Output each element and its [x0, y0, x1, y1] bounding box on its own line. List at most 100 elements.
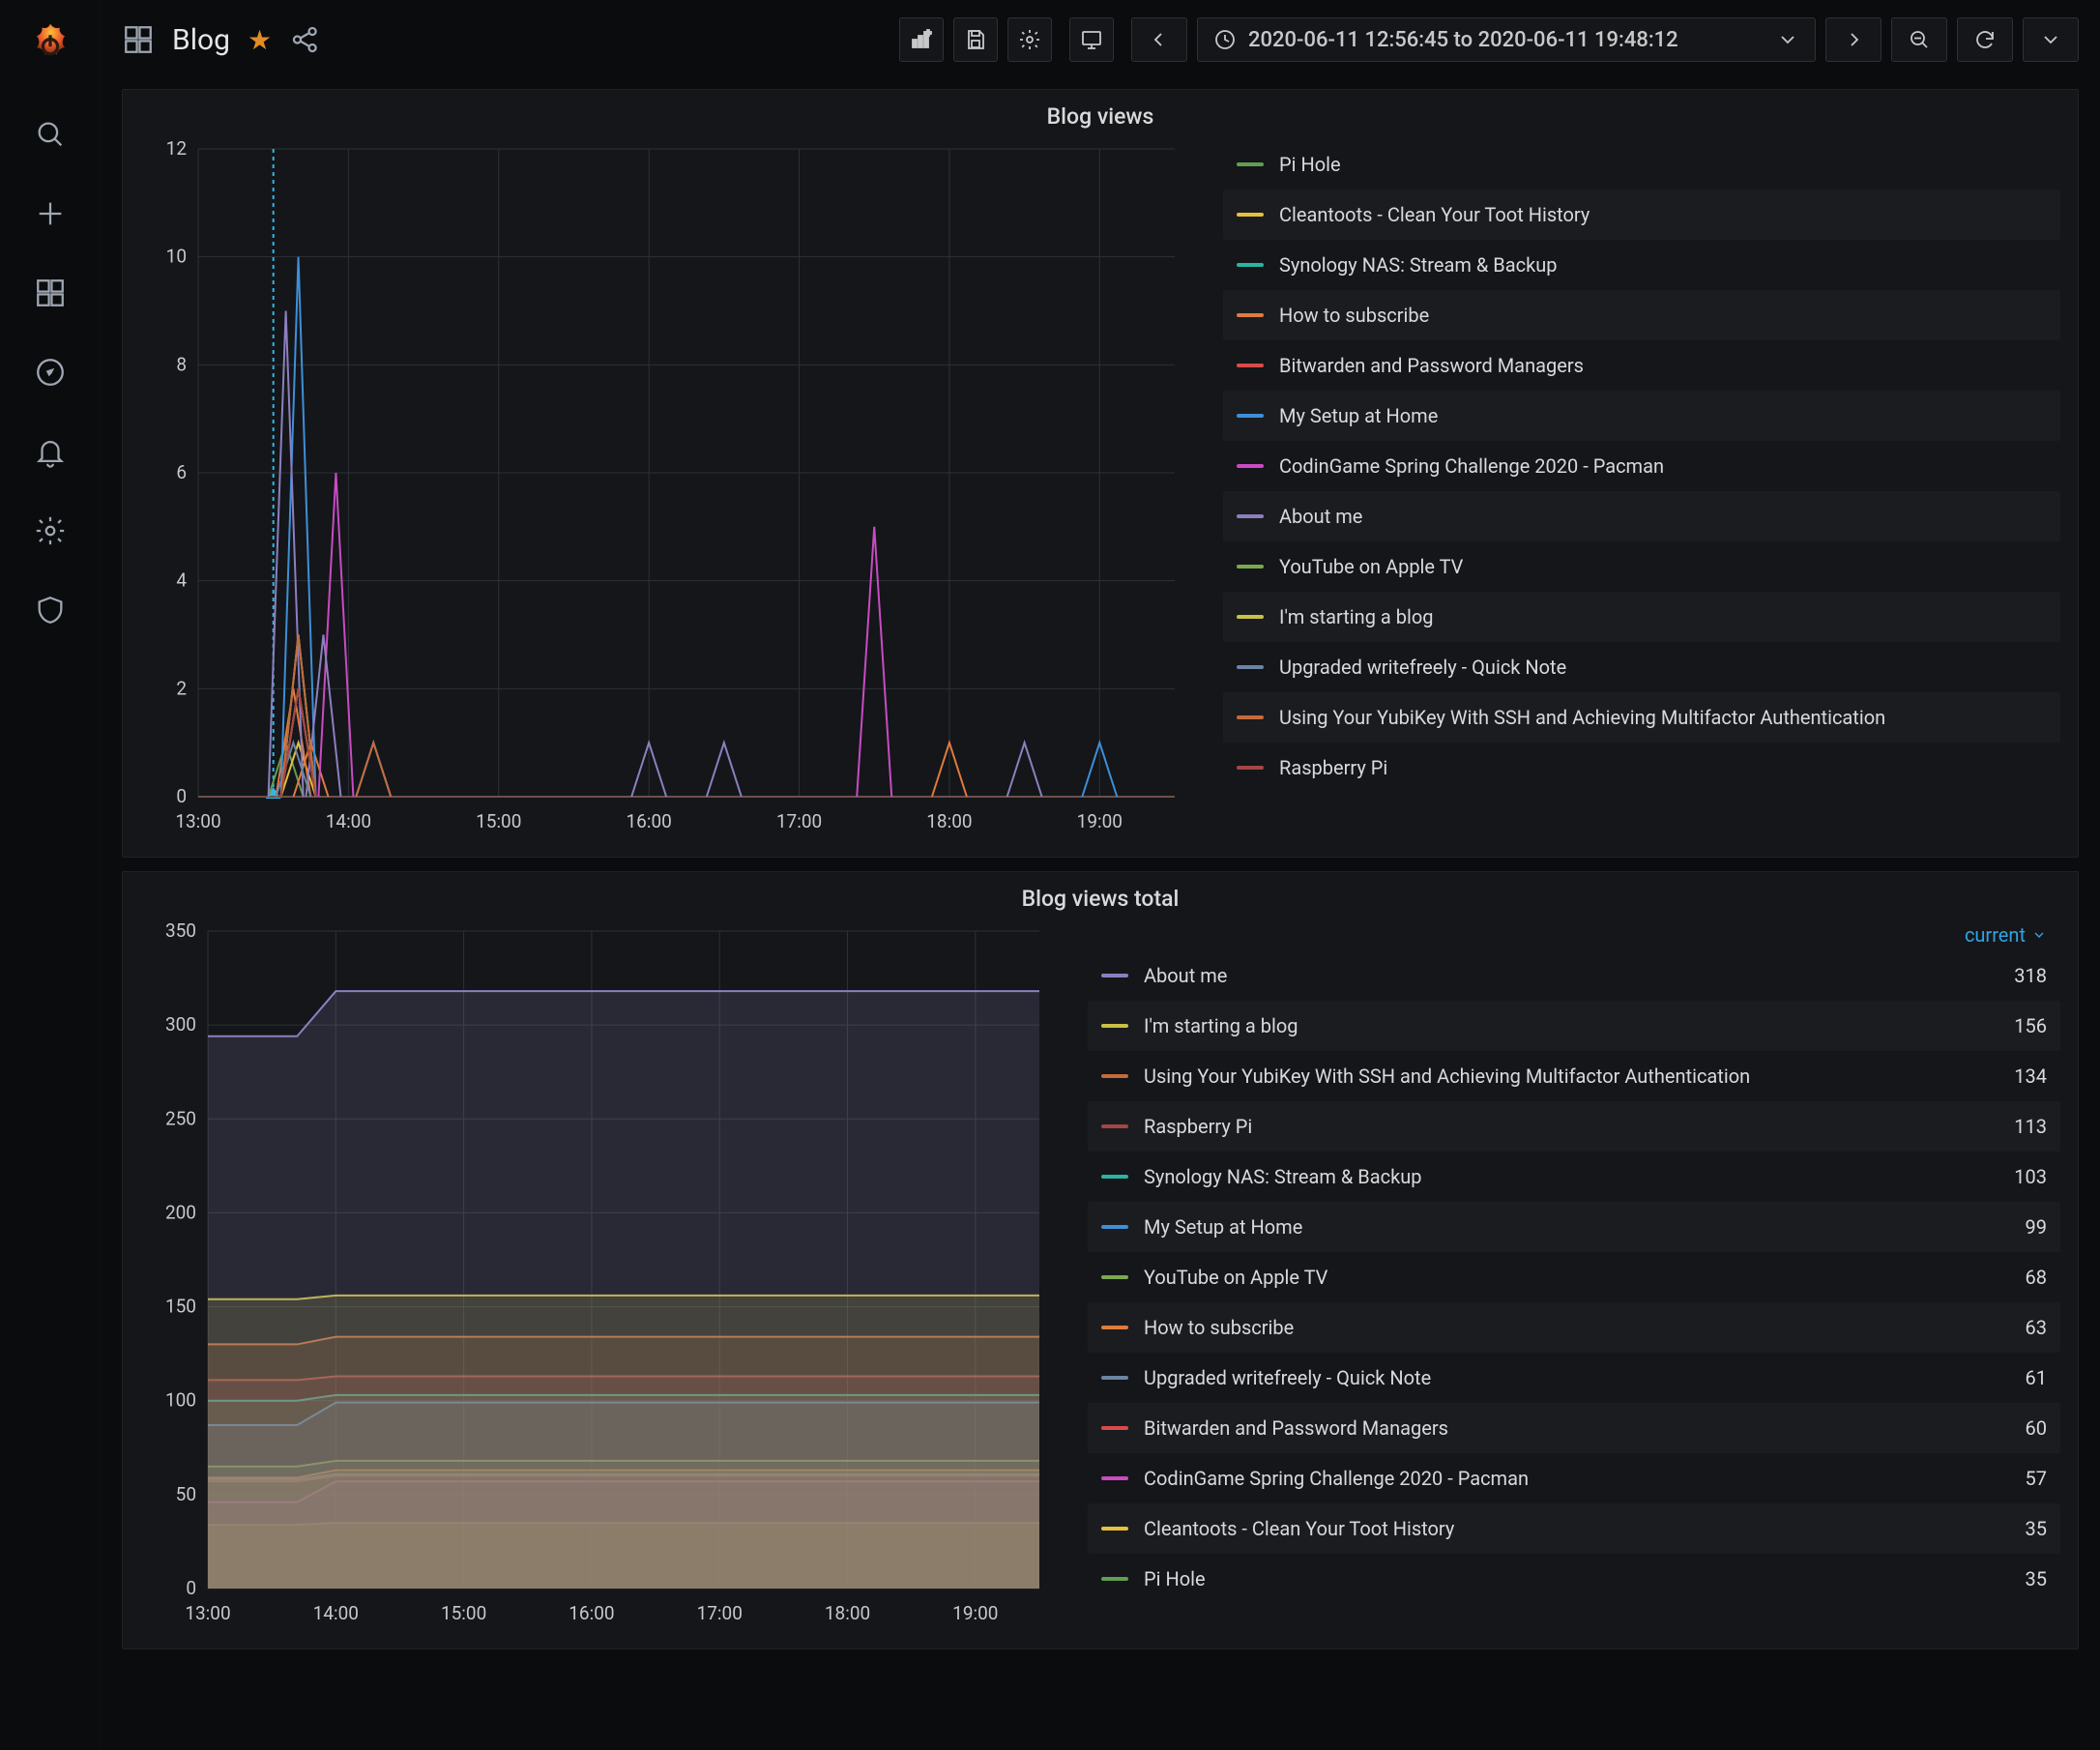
- legend-value: 35: [2026, 1517, 2047, 1540]
- legend-blog-views-total: current About me318I'm starting a blog15…: [1049, 921, 2060, 1631]
- legend-item[interactable]: I'm starting a blog: [1223, 592, 2060, 642]
- dashboard-settings-button[interactable]: [1007, 17, 1052, 62]
- legend-item[interactable]: Using Your YubiKey With SSH and Achievin…: [1088, 1051, 2060, 1101]
- svg-text:250: 250: [165, 1107, 196, 1129]
- svg-text:2: 2: [176, 677, 187, 699]
- legend-swatch: [1237, 565, 1264, 569]
- legend-label: How to subscribe: [1144, 1316, 1294, 1339]
- svg-text:200: 200: [165, 1201, 196, 1223]
- svg-text:0: 0: [176, 785, 187, 807]
- dashboards-icon[interactable]: [32, 275, 69, 311]
- legend-swatch: [1101, 974, 1128, 977]
- explore-icon[interactable]: [32, 354, 69, 391]
- legend-swatch: [1101, 1577, 1128, 1581]
- legend-swatch: [1101, 1124, 1128, 1128]
- svg-text:10: 10: [166, 246, 187, 268]
- legend-value: 68: [2026, 1266, 2047, 1289]
- svg-text:14:00: 14:00: [313, 1602, 359, 1624]
- time-range-label: 2020-06-11 12:56:45 to 2020-06-11 19:48:…: [1248, 28, 1678, 52]
- svg-text:16:00: 16:00: [626, 810, 671, 832]
- legend-label: About me: [1279, 505, 1362, 528]
- legend-item[interactable]: Cleantoots - Clean Your Toot History: [1223, 190, 2060, 240]
- topbar: Blog ★: [101, 0, 2100, 79]
- legend-swatch: [1237, 263, 1264, 267]
- legend-value: 60: [2026, 1416, 2047, 1440]
- legend-item[interactable]: YouTube on Apple TV 68: [1088, 1252, 2060, 1302]
- legend-item[interactable]: Bitwarden and Password Managers: [1223, 340, 2060, 391]
- time-back-button[interactable]: [1131, 17, 1187, 62]
- refresh-interval-button[interactable]: [2023, 17, 2079, 62]
- legend-label: YouTube on Apple TV: [1279, 555, 1463, 578]
- time-forward-button[interactable]: [1825, 17, 1881, 62]
- chart-blog-views[interactable]: 02468101213:0014:0015:0016:0017:0018:001…: [140, 139, 1184, 839]
- legend-item[interactable]: How to subscribe: [1223, 290, 2060, 340]
- svg-text:17:00: 17:00: [697, 1602, 743, 1624]
- add-panel-button[interactable]: [899, 17, 944, 62]
- legend-swatch: [1237, 464, 1264, 468]
- legend-item[interactable]: I'm starting a blog156: [1088, 1001, 2060, 1051]
- legend-swatch: [1101, 1275, 1128, 1279]
- svg-text:18:00: 18:00: [926, 810, 972, 832]
- legend-item[interactable]: Pi Hole35: [1088, 1554, 2060, 1604]
- zoom-out-button[interactable]: [1891, 17, 1947, 62]
- search-icon[interactable]: [32, 116, 69, 153]
- share-icon[interactable]: [289, 23, 322, 56]
- refresh-button[interactable]: [1957, 17, 2013, 62]
- legend-label: Upgraded writefreely - Quick Note: [1279, 656, 1566, 679]
- legend-item[interactable]: Upgraded writefreely - Quick Note61: [1088, 1353, 2060, 1403]
- legend-item[interactable]: My Setup at Home: [1223, 391, 2060, 441]
- legend-item[interactable]: About me318: [1088, 950, 2060, 1001]
- sidebar: [0, 0, 101, 1750]
- legend-label: Pi Hole: [1279, 153, 1341, 176]
- legend-swatch: [1101, 1024, 1128, 1028]
- svg-text:16:00: 16:00: [569, 1602, 614, 1624]
- legend-label: Cleantoots - Clean Your Toot History: [1144, 1517, 1454, 1540]
- panel-title[interactable]: Blog views: [123, 96, 2078, 133]
- time-range-picker[interactable]: 2020-06-11 12:56:45 to 2020-06-11 19:48:…: [1197, 17, 1816, 62]
- legend-item[interactable]: Bitwarden and Password Managers60: [1088, 1403, 2060, 1453]
- legend-swatch: [1101, 1326, 1128, 1329]
- svg-text:12: 12: [166, 139, 187, 160]
- legend-label: Bitwarden and Password Managers: [1279, 354, 1584, 377]
- legend-item[interactable]: Raspberry Pi: [1223, 743, 2060, 793]
- legend-item[interactable]: Raspberry Pi113: [1088, 1101, 2060, 1152]
- legend-item[interactable]: About me: [1223, 491, 2060, 541]
- legend-item[interactable]: Pi Hole: [1223, 139, 2060, 190]
- legend-item[interactable]: Cleantoots - Clean Your Toot History 35: [1088, 1503, 2060, 1554]
- svg-text:0: 0: [186, 1577, 196, 1599]
- star-icon[interactable]: ★: [248, 24, 272, 56]
- grafana-logo[interactable]: [25, 19, 75, 73]
- legend-label: How to subscribe: [1279, 304, 1429, 327]
- legend-label: YouTube on Apple TV: [1144, 1266, 1327, 1289]
- legend-label: Raspberry Pi: [1279, 756, 1387, 779]
- legend-sort-button[interactable]: current: [1965, 923, 2047, 947]
- legend-item[interactable]: How to subscribe63: [1088, 1302, 2060, 1353]
- legend-item[interactable]: My Setup at Home99: [1088, 1202, 2060, 1252]
- alerting-icon[interactable]: [32, 433, 69, 470]
- legend-label: CodinGame Spring Challenge 2020 - Pacman: [1144, 1467, 1529, 1490]
- legend-value: 318: [2014, 964, 2047, 987]
- svg-text:13:00: 13:00: [175, 810, 220, 832]
- legend-item[interactable]: CodinGame Spring Challenge 2020 - Pacman…: [1088, 1453, 2060, 1503]
- legend-swatch: [1101, 1527, 1128, 1531]
- svg-text:17:00: 17:00: [776, 810, 822, 832]
- legend-item[interactable]: Synology NAS: Stream & Backup: [1223, 240, 2060, 290]
- legend-label: Raspberry Pi: [1144, 1115, 1252, 1138]
- legend-swatch: [1237, 414, 1264, 418]
- dashboards-crumb-icon[interactable]: [122, 23, 155, 56]
- cycle-view-mode-button[interactable]: [1069, 17, 1114, 62]
- shield-icon[interactable]: [32, 592, 69, 628]
- legend-item[interactable]: Using Your YubiKey With SSH and Achievin…: [1223, 692, 2060, 743]
- chart-blog-views-total[interactable]: 05010015020025030035013:0014:0015:0016:0…: [140, 921, 1049, 1631]
- legend-item[interactable]: YouTube on Apple TV: [1223, 541, 2060, 592]
- plus-icon[interactable]: [32, 195, 69, 232]
- legend-item[interactable]: Synology NAS: Stream & Backup103: [1088, 1152, 2060, 1202]
- configuration-icon[interactable]: [32, 512, 69, 549]
- legend-item[interactable]: Upgraded writefreely - Quick Note: [1223, 642, 2060, 692]
- panel-title[interactable]: Blog views total: [123, 878, 2078, 916]
- legend-item[interactable]: CodinGame Spring Challenge 2020 - Pacman: [1223, 441, 2060, 491]
- legend-swatch: [1237, 665, 1264, 669]
- save-dashboard-button[interactable]: [953, 17, 998, 62]
- page-title[interactable]: Blog: [172, 23, 230, 57]
- legend-swatch: [1101, 1476, 1128, 1480]
